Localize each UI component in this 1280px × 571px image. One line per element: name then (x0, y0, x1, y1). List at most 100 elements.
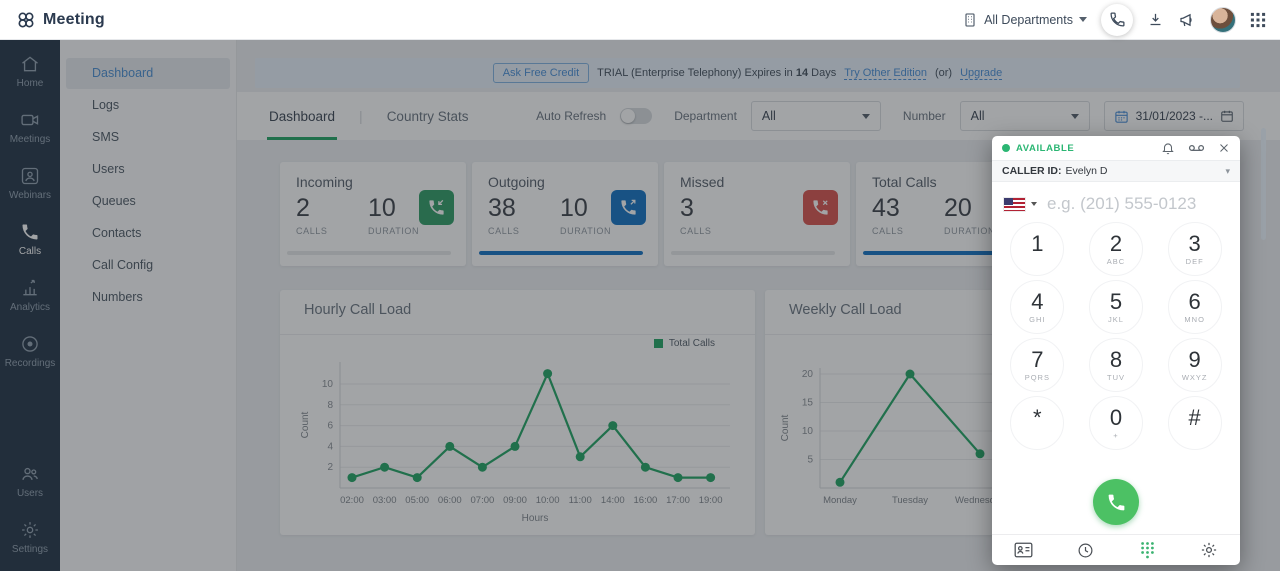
rail-item-recordings[interactable]: Recordings (0, 334, 60, 369)
apps-grid-icon[interactable] (1250, 12, 1266, 28)
dialpad-key-5[interactable]: 5 JKL (1088, 280, 1143, 334)
dialpad-key-0[interactable]: 0 + (1088, 396, 1143, 450)
outgoing-calls-count: 38 (488, 194, 516, 222)
department-select[interactable]: All (750, 101, 881, 131)
tab-dashboard[interactable]: Dashboard (267, 92, 338, 140)
svg-text:2: 2 (327, 462, 333, 473)
country-dropdown-caret[interactable] (1031, 202, 1037, 206)
voicemail-icon[interactable] (1188, 141, 1205, 155)
user-avatar[interactable] (1210, 6, 1236, 33)
dialpad-key-9[interactable]: 9 WXYZ (1167, 338, 1222, 392)
webinars-icon (21, 167, 39, 185)
dialpad-key-hash[interactable]: # (1167, 396, 1222, 450)
dialpad-key-3[interactable]: 3 DEF (1167, 222, 1222, 276)
svg-text:Hours: Hours (522, 513, 549, 524)
vertical-scrollbar[interactable] (1261, 128, 1266, 240)
sidebar-item-users[interactable]: Users (66, 154, 230, 185)
dialpad-key-8[interactable]: 8 TUV (1088, 338, 1143, 392)
tab-country-stats[interactable]: Country Stats (385, 92, 471, 140)
outgoing-call-icon (611, 190, 646, 225)
recordings-icon (22, 336, 38, 352)
auto-refresh-label: Auto Refresh (536, 109, 607, 123)
sidebar-item-dashboard[interactable]: Dashboard (66, 58, 230, 89)
status-dot (1002, 144, 1010, 152)
svg-text:20: 20 (802, 369, 814, 380)
svg-text:5: 5 (807, 455, 813, 466)
svg-text:11:00: 11:00 (569, 495, 592, 506)
calls-sidebar: Dashboard Logs SMS Users Queues Contacts… (60, 40, 237, 571)
dialpad-icon[interactable] (1116, 541, 1178, 559)
phone-number-row (992, 182, 1240, 226)
svg-text:Count: Count (300, 411, 311, 438)
dialpad-key-7[interactable]: 7 PQRS (1010, 338, 1065, 392)
auto-refresh-toggle[interactable] (620, 108, 653, 124)
number-select[interactable]: All (959, 101, 1090, 131)
svg-text:17:00: 17:00 (666, 495, 690, 506)
department-selector[interactable]: All Departments (962, 12, 1087, 28)
rail-item-webinars[interactable]: Webinars (0, 166, 60, 201)
contact-card-icon[interactable] (992, 542, 1054, 558)
app-logo[interactable]: Meeting (0, 10, 105, 30)
rail-item-settings[interactable]: Settings (0, 520, 60, 555)
calendar-icon (1114, 110, 1128, 123)
dialer-settings-gear-icon[interactable] (1178, 541, 1240, 559)
svg-text:03:00: 03:00 (373, 495, 397, 506)
dialer-header: AVAILABLE (992, 136, 1240, 160)
caller-id-selector[interactable]: CALLER ID: Evelyn D ▾ (992, 160, 1240, 182)
download-icon[interactable] (1147, 11, 1164, 28)
upgrade-link[interactable]: Upgrade (960, 67, 1002, 79)
sidebar-item-sms[interactable]: SMS (66, 122, 230, 153)
incoming-call-icon (419, 190, 454, 225)
meeting-logo-icon (16, 10, 36, 30)
chevron-down-icon: ▾ (1225, 165, 1230, 176)
dialer-panel: AVAILABLE CALLER ID: Evelyn D ▾ 1 2ABC 3… (992, 136, 1240, 565)
organization-icon (962, 12, 978, 28)
chevron-down-icon (861, 113, 870, 119)
svg-text:07:00: 07:00 (471, 495, 495, 506)
announcements-megaphone-icon[interactable] (1178, 11, 1196, 29)
hourly-call-load-chart: Hourly Call Load Total Calls 2 4 6 8 10 02:00… (280, 290, 755, 535)
ask-free-credit-button[interactable]: Ask Free Credit (492, 63, 590, 83)
rail-item-meetings[interactable]: Meetings (0, 110, 60, 145)
svg-text:02:00: 02:00 (340, 495, 364, 506)
dialpad-key-6[interactable]: 6 MNO (1167, 280, 1222, 334)
incoming-calls-count: 2 (296, 194, 310, 222)
filter-row: Dashboard | Country Stats Auto Refresh D… (237, 92, 1280, 140)
dialpad-key-2[interactable]: 2 ABC (1088, 222, 1143, 276)
dialpad-key-star[interactable]: * (1010, 396, 1065, 450)
dialer-toggle-button[interactable] (1101, 3, 1133, 36)
dialpad-key-1[interactable]: 1 (1010, 222, 1065, 276)
number-label: Number (902, 109, 946, 123)
sidebar-item-contacts[interactable]: Contacts (66, 218, 230, 249)
rail-item-users[interactable]: Users (0, 464, 60, 499)
bell-icon[interactable] (1161, 141, 1175, 155)
svg-text:05:00: 05:00 (405, 495, 429, 506)
svg-text:10:00: 10:00 (536, 495, 560, 506)
dialpad-key-4[interactable]: 4 GHI (1010, 280, 1065, 334)
incoming-stat-card: Incoming 2 CALLS 10 DURATION (280, 162, 466, 266)
department-label: Department (674, 109, 737, 123)
sidebar-item-numbers[interactable]: Numbers (66, 282, 230, 313)
incoming-duration: 10 (368, 194, 396, 222)
call-button[interactable] (1093, 479, 1139, 525)
phone-number-input[interactable] (1047, 194, 1228, 214)
svg-text:8: 8 (327, 400, 333, 411)
date-range-picker[interactable]: 31/01/2023 -... (1103, 101, 1244, 131)
missed-progress-bar (671, 251, 835, 255)
missed-stat-card: Missed 3 CALLS (664, 162, 850, 266)
rail-item-home[interactable]: Home (0, 54, 60, 89)
close-icon[interactable] (1218, 142, 1230, 154)
sidebar-item-logs[interactable]: Logs (66, 90, 230, 121)
analytics-icon (23, 279, 37, 296)
sidebar-item-queues[interactable]: Queues (66, 186, 230, 217)
sidebar-item-call-config[interactable]: Call Config (66, 250, 230, 281)
call-history-clock-icon[interactable] (1054, 542, 1116, 559)
country-flag-us[interactable] (1004, 197, 1025, 211)
try-other-edition-link[interactable]: Try Other Edition (844, 67, 927, 79)
dialer-footer (992, 534, 1240, 565)
users-icon (22, 467, 38, 481)
rail-item-analytics[interactable]: Analytics (0, 278, 60, 313)
svg-text:06:00: 06:00 (438, 495, 462, 506)
total-calls-count: 43 (872, 194, 900, 222)
rail-item-calls[interactable]: Calls (0, 222, 60, 257)
